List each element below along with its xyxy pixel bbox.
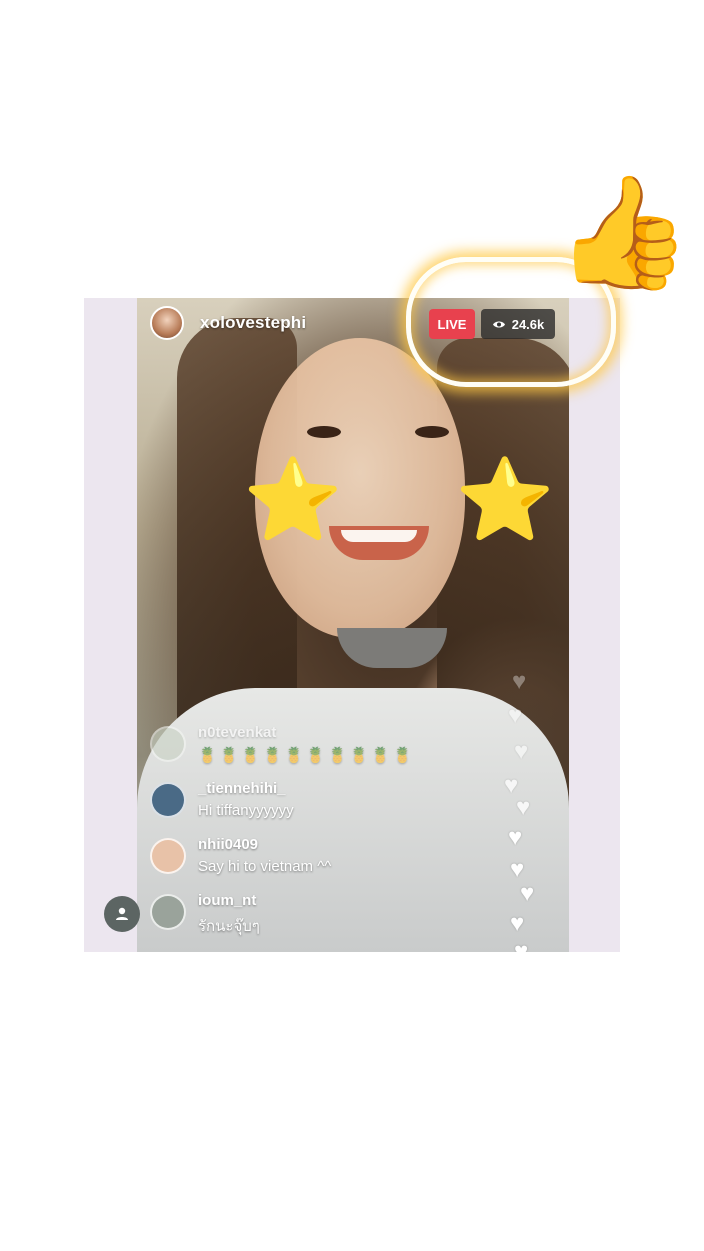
broadcaster-username[interactable]: xolovestephi — [200, 313, 306, 333]
person-icon — [116, 907, 128, 920]
star-icon: ⭐ — [455, 455, 555, 544]
commenter-username[interactable]: ioum_nt — [198, 892, 256, 909]
comment-item: ioum_nt รักนะจุ๊บๆ — [150, 888, 430, 944]
broadcaster-header: xolovestephi — [150, 306, 306, 340]
comment-text: Hi tiffanyyyyyy — [198, 802, 294, 819]
comment-text: รักนะจุ๊บๆ — [198, 918, 260, 935]
comment-text: 🍍🍍🍍🍍🍍🍍🍍🍍🍍🍍 — [198, 747, 415, 764]
comment-item: nhii0409 Say hi to vietnam ^^ — [150, 832, 430, 888]
commenter-avatar[interactable] — [150, 782, 186, 818]
comment-item: n0tevenkat 🍍🍍🍍🍍🍍🍍🍍🍍🍍🍍 — [150, 720, 430, 776]
commenter-avatar[interactable] — [150, 838, 186, 874]
comment-text: Say hi to vietnam ^^ — [198, 858, 332, 875]
heart-icon: ♥ — [510, 910, 525, 937]
heart-icon: ♥ — [516, 794, 531, 821]
heart-icon: ♥ — [514, 738, 529, 765]
profile-button[interactable] — [104, 896, 140, 932]
heart-icon: ♥ — [512, 668, 527, 695]
broadcaster-avatar[interactable] — [150, 306, 184, 340]
heart-icon: ♥ — [520, 880, 535, 907]
commenter-avatar[interactable] — [150, 726, 186, 762]
collar — [337, 628, 447, 668]
eye-right — [415, 426, 449, 438]
thumbs-up-icon: 👍 — [555, 171, 692, 294]
comment-item: _tiennehihi_ Hi tiffanyyyyyy — [150, 776, 430, 832]
comment-feed: n0tevenkat 🍍🍍🍍🍍🍍🍍🍍🍍🍍🍍 _tiennehihi_ Hi ti… — [150, 720, 430, 944]
commenter-avatar[interactable] — [150, 894, 186, 930]
star-icon: ⭐ — [243, 455, 343, 544]
eye-left — [307, 426, 341, 438]
commenter-username[interactable]: nhii0409 — [198, 836, 258, 853]
heart-icon: ♥ — [508, 702, 523, 729]
teeth — [341, 530, 417, 542]
heart-icon: ♥ — [514, 938, 529, 952]
commenter-username[interactable]: n0tevenkat — [198, 724, 276, 741]
commenter-username[interactable]: _tiennehihi_ — [198, 780, 286, 797]
heart-icon: ♥ — [508, 824, 523, 851]
floating-hearts: ♥ ♥ ♥ ♥ ♥ ♥ ♥ ♥ ♥ ♥ — [500, 668, 560, 952]
